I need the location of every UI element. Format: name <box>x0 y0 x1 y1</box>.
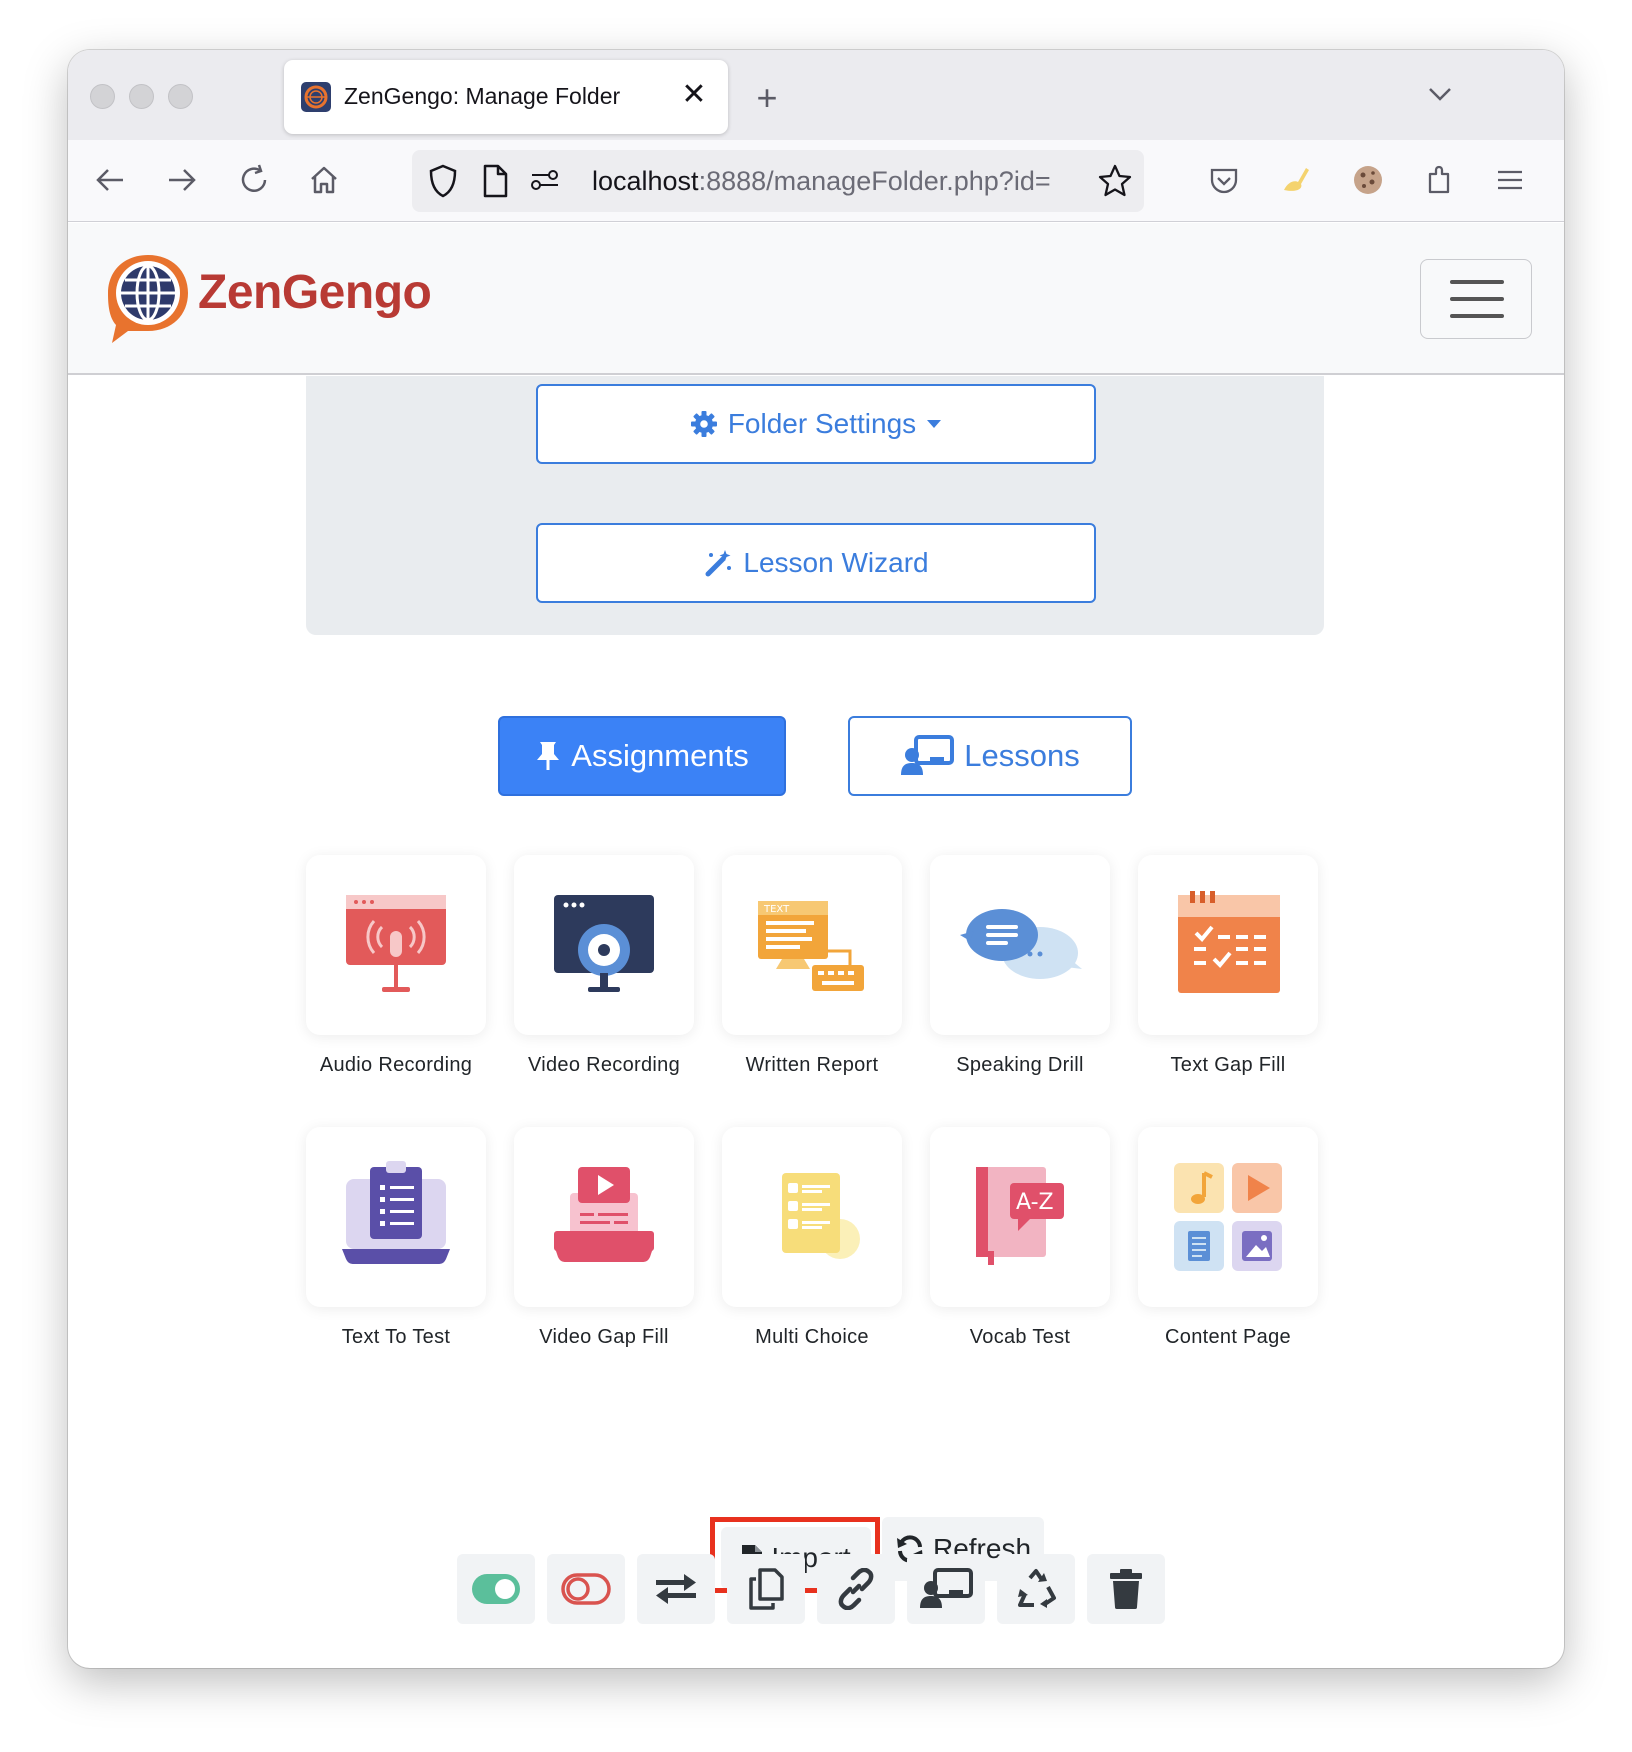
trash-icon <box>1110 1569 1142 1609</box>
thumbtack-icon <box>537 742 560 770</box>
reload-icon[interactable] <box>234 160 274 200</box>
multi-choice-label[interactable]: Multi Choice <box>707 1326 917 1349</box>
toggle-off-icon <box>561 1573 611 1605</box>
folder-settings-label: Folder Settings <box>727 408 917 439</box>
vocab-test-tile[interactable]: A-Z <box>930 1127 1110 1307</box>
video-recording-icon <box>554 895 654 992</box>
tab-title: ZenGengo: Manage Folder <box>344 83 621 109</box>
brush-extension-icon[interactable] <box>1276 160 1316 200</box>
text-to-test-icon <box>342 1161 450 1264</box>
vocab-test-icon: A-Z <box>976 1167 1064 1265</box>
lessons-label: Lessons <box>964 738 1080 773</box>
zengengo-logo-icon <box>102 249 194 345</box>
disable-button[interactable] <box>547 1554 625 1624</box>
lessons-tab-button[interactable]: Lessons <box>848 716 1132 796</box>
lesson-wizard-button[interactable]: Lesson Wizard <box>536 523 1096 603</box>
delete-button[interactable] <box>1087 1554 1165 1624</box>
forward-icon[interactable] <box>162 160 202 200</box>
video-gap-fill-icon <box>554 1167 654 1262</box>
folder-settings-panel: Folder Settings Lesson Wizard <box>306 376 1324 635</box>
content-page-label[interactable]: Content Page <box>1123 1326 1333 1349</box>
text-gap-fill-label[interactable]: Text Gap Fill <box>1123 1054 1333 1077</box>
speaking-drill-icon <box>960 909 1082 979</box>
audio-recording-tile[interactable] <box>306 855 486 1035</box>
page-info-icon[interactable] <box>480 162 510 200</box>
url-text[interactable]: localhost:8888/manageFolder.php?id= <box>592 166 1082 197</box>
toggle-on-icon <box>472 1574 520 1604</box>
gear-icon <box>690 411 717 437</box>
text-gap-fill-tile[interactable] <box>1138 855 1318 1035</box>
new-tab-icon[interactable]: + <box>748 80 786 118</box>
video-gap-fill-tile[interactable] <box>514 1127 694 1307</box>
close-window-button[interactable] <box>90 84 115 109</box>
chalkboard-teacher-icon <box>901 735 955 775</box>
link-button[interactable] <box>817 1554 895 1624</box>
vocab-badge-text: A-Z <box>1016 1190 1054 1215</box>
minimize-window-button[interactable] <box>129 84 154 109</box>
recycle-icon <box>1018 1569 1056 1608</box>
video-recording-label[interactable]: Video Recording <box>499 1054 709 1077</box>
list-all-tabs-icon[interactable] <box>1424 78 1456 110</box>
permissions-icon[interactable] <box>528 164 562 198</box>
multi-choice-icon <box>782 1173 860 1259</box>
tab-strip: ZenGengo: Manage Folder ✕ + <box>68 50 1564 140</box>
favicon-icon <box>301 82 331 112</box>
video-gap-fill-label[interactable]: Video Gap Fill <box>499 1326 709 1349</box>
brand-name: ZenGengo <box>198 266 432 319</box>
bookmark-star-icon[interactable] <box>1096 162 1134 200</box>
multi-choice-tile[interactable] <box>722 1127 902 1307</box>
browser-tab[interactable]: ZenGengo: Manage Folder ✕ <box>284 60 728 134</box>
content-page-tile[interactable] <box>1138 1127 1318 1307</box>
zoom-window-button[interactable] <box>168 84 193 109</box>
back-icon[interactable] <box>90 160 130 200</box>
exchange-icon <box>656 1574 696 1604</box>
browser-window: ZenGengo: Manage Folder ✕ + localhost:88… <box>68 50 1564 1668</box>
lesson-wizard-label: Lesson Wizard <box>743 547 929 578</box>
url-bar[interactable]: localhost:8888/manageFolder.php?id= <box>412 150 1144 212</box>
copy-icon <box>749 1568 784 1610</box>
hamburger-icon <box>1450 280 1504 318</box>
assignments-tab-button[interactable]: Assignments <box>498 716 786 796</box>
vocab-test-label[interactable]: Vocab Test <box>915 1326 1125 1349</box>
tracking-protection-icon[interactable] <box>426 162 460 200</box>
presentation-icon <box>920 1568 973 1608</box>
text-gap-fill-icon <box>1178 891 1280 993</box>
app-menu-icon[interactable] <box>1490 160 1530 200</box>
cookie-extension-icon[interactable] <box>1348 160 1388 200</box>
written-report-tile[interactable]: TEXT <box>722 855 902 1035</box>
link-icon <box>838 1568 874 1610</box>
report-badge-text: TEXT <box>763 904 790 915</box>
caret-down-icon <box>927 420 942 428</box>
written-report-label[interactable]: Written Report <box>707 1054 917 1077</box>
text-to-test-label[interactable]: Text To Test <box>291 1326 501 1349</box>
enable-button[interactable] <box>457 1554 535 1624</box>
recycle-button[interactable] <box>997 1554 1075 1624</box>
speaking-drill-tile[interactable] <box>930 855 1110 1035</box>
app-header: ZenGengo <box>68 223 1564 375</box>
assignments-label: Assignments <box>571 738 749 773</box>
video-recording-tile[interactable] <box>514 855 694 1035</box>
pocket-icon[interactable] <box>1204 160 1244 200</box>
home-icon[interactable] <box>304 160 344 200</box>
audio-recording-label[interactable]: Audio Recording <box>291 1054 501 1077</box>
folder-settings-button[interactable]: Folder Settings <box>536 384 1096 464</box>
lesson-button[interactable] <box>907 1554 985 1624</box>
audio-recording-icon <box>346 895 446 992</box>
text-to-test-tile[interactable] <box>306 1127 486 1307</box>
move-button[interactable] <box>637 1554 715 1624</box>
written-report-icon: TEXT <box>758 901 864 991</box>
navbar-toggler-button[interactable] <box>1420 259 1532 339</box>
speaking-drill-label[interactable]: Speaking Drill <box>915 1054 1125 1077</box>
close-tab-icon[interactable]: ✕ <box>678 76 710 114</box>
content-page-icon <box>1174 1163 1282 1271</box>
copy-button[interactable] <box>727 1554 805 1624</box>
extensions-icon[interactable] <box>1420 160 1460 200</box>
navigation-toolbar: localhost:8888/manageFolder.php?id= <box>68 140 1564 222</box>
magic-wand-icon <box>705 550 732 577</box>
